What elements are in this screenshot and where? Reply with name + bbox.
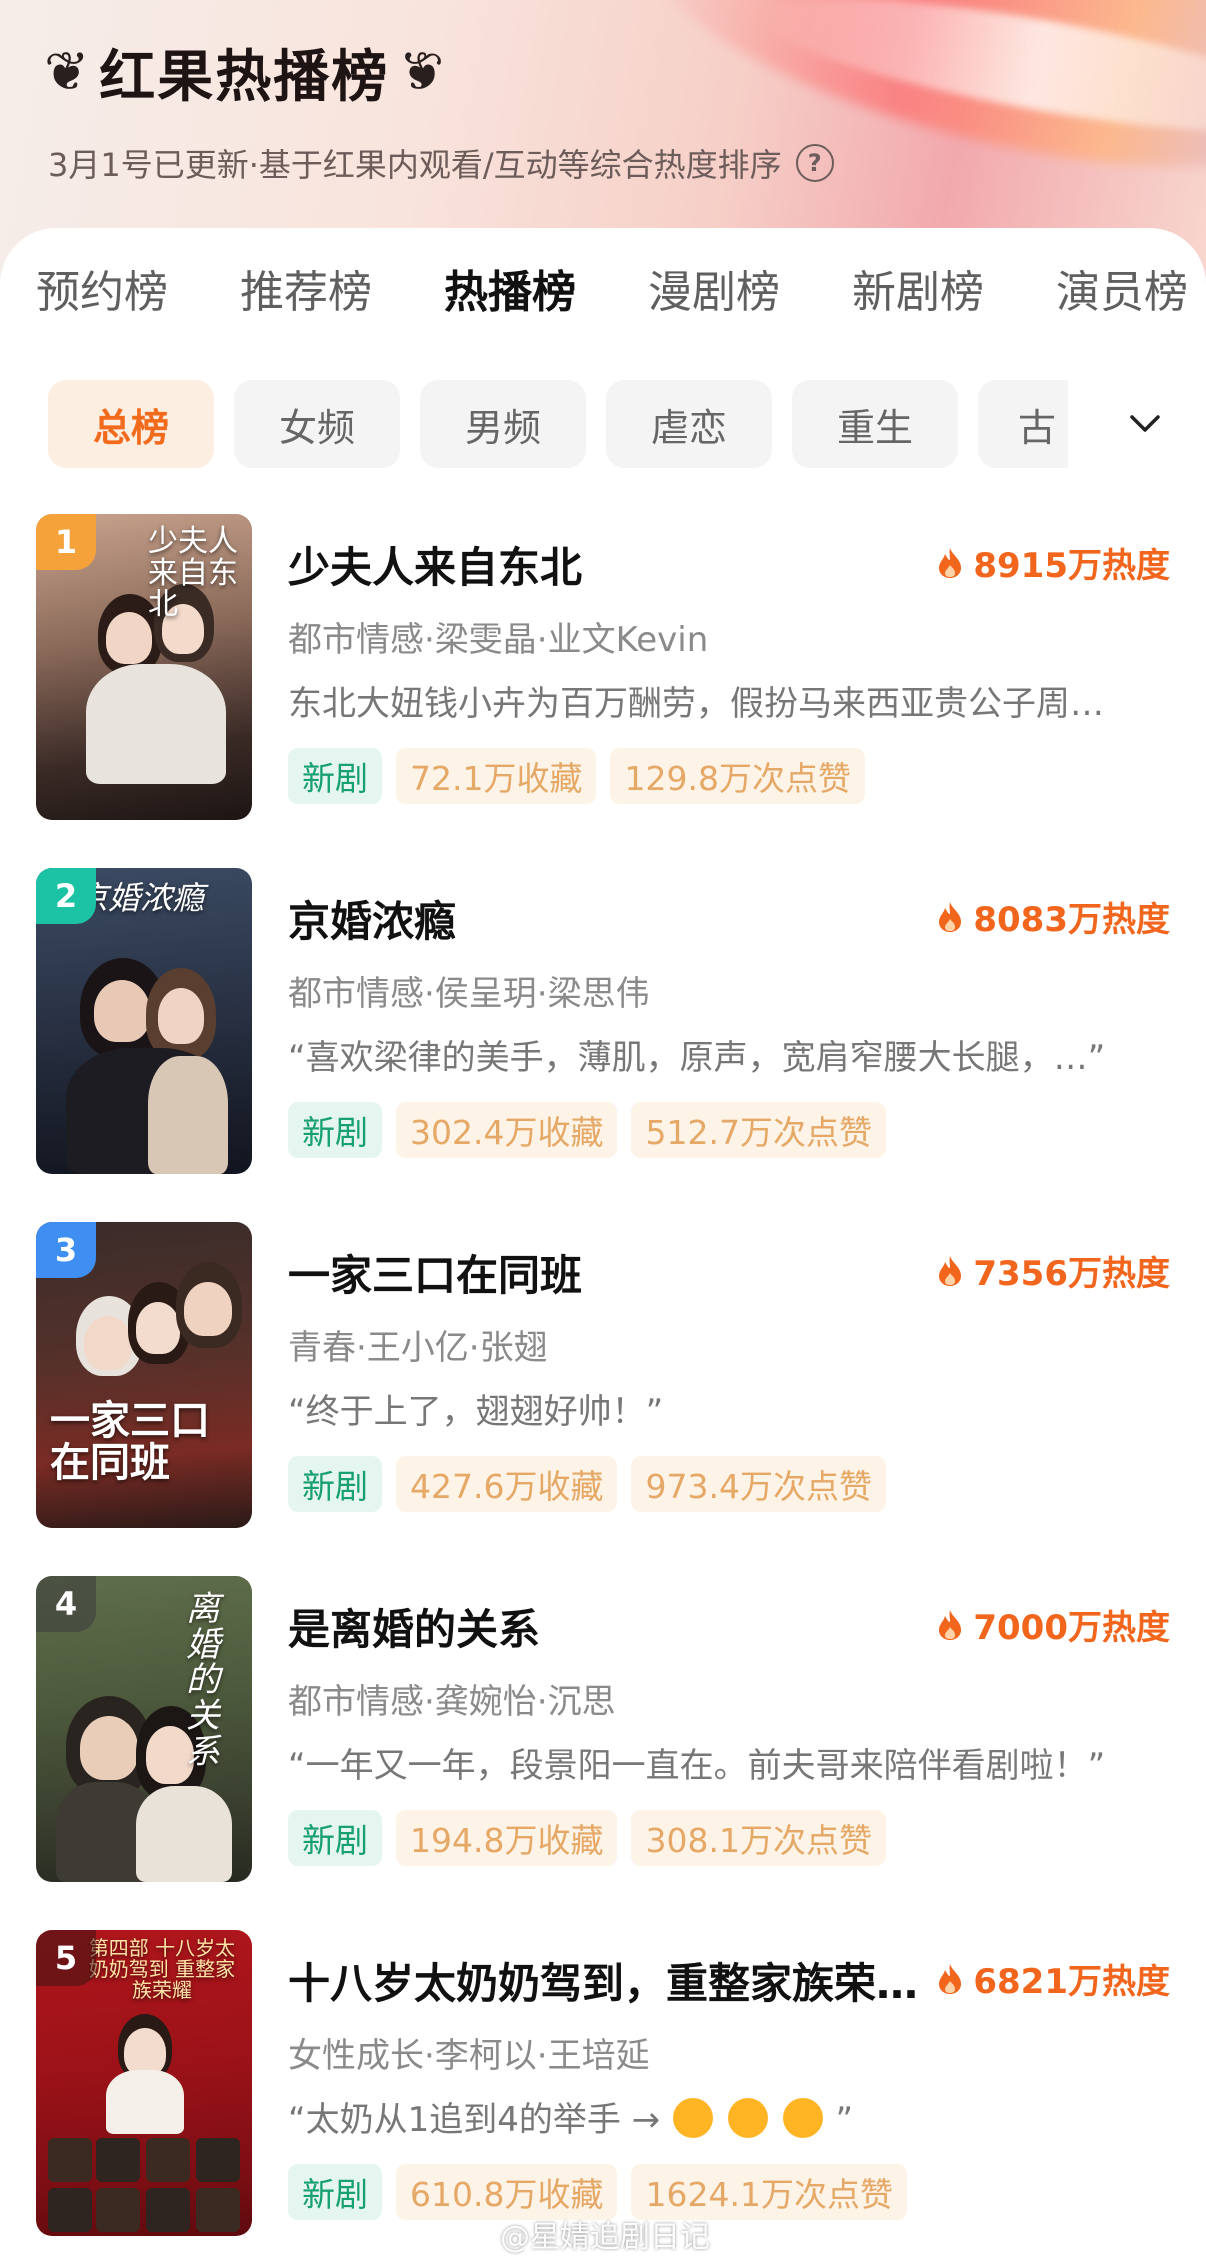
flame-icon — [939, 547, 962, 578]
list-item[interactable]: 一家三口在同班 3 一家三口在同班 7356万热度 青春·王小亿·张翅 “终于上… — [0, 1222, 1206, 1542]
tag-row: 新剧 194.8万收藏 308.1万次点赞 — [288, 1810, 900, 1866]
watermark: @星婧追剧日记 — [500, 2220, 710, 2255]
drama-title[interactable]: 十八岁太奶奶驾到，重整家族荣… — [288, 1950, 918, 2011]
drama-meta: 都市情感·龚婉怡·沉思 — [288, 1682, 616, 1722]
heat-value: 8083万热度 — [973, 900, 1170, 940]
flame-icon — [939, 901, 962, 932]
heat-value: 6821万热度 — [973, 1962, 1170, 2002]
drama-title[interactable]: 少夫人来自东北 — [288, 534, 582, 595]
drama-desc: “终于上了，翅翅好帅！” — [288, 1392, 664, 1432]
tab-new[interactable]: 新剧榜 — [852, 256, 984, 320]
new-badge: 新剧 — [288, 2164, 382, 2220]
poster-image[interactable]: 一家三口在同班 3 — [36, 1222, 252, 1528]
drama-title[interactable]: 京婚浓瘾 — [288, 888, 456, 949]
tab-bar: 预约榜 推荐榜 热播榜 漫剧榜 新剧榜 演员榜 — [0, 256, 1206, 326]
title-row: ❦ 红果热播榜 ❦ — [44, 30, 445, 114]
desc-quote-end: ” — [835, 2100, 854, 2140]
heat-score: 8083万热度 — [937, 892, 1170, 941]
tab-comic[interactable]: 漫剧榜 — [648, 256, 780, 320]
rank-badge: 4 — [36, 1576, 96, 1632]
drama-title[interactable]: 一家三口在同班 — [288, 1242, 582, 1303]
rank-badge: 5 — [36, 1930, 96, 1986]
drama-title[interactable]: 是离婚的关系 — [288, 1596, 540, 1657]
poster-title: 少夫人来自东北 — [148, 524, 238, 622]
desc-text: “太奶从1追到4的举手 → — [288, 2100, 661, 2140]
drama-meta: 女性成长·李柯以·王培延 — [288, 2036, 650, 2076]
filter-bar: 总榜 女频 男频 虐恋 重生 古 — [0, 380, 1206, 472]
laurel-left-icon: ❦ — [44, 40, 90, 103]
poster-title: 一家三口在同班 — [50, 1397, 210, 1486]
drama-meta: 都市情感·侯呈玥·梁思伟 — [288, 974, 650, 1014]
poster-title: 离婚的关系 — [186, 1589, 220, 1772]
new-badge: 新剧 — [288, 1456, 382, 1512]
flame-icon — [939, 1963, 962, 1994]
rank-badge: 1 — [36, 514, 96, 570]
filter-all[interactable]: 总榜 — [48, 380, 214, 468]
filter-female[interactable]: 女频 — [234, 380, 400, 468]
heart-eyes-emoji-icon — [673, 2097, 713, 2138]
ranking-panel: 预约榜 推荐榜 热播榜 漫剧榜 新剧榜 演员榜 总榜 女频 男频 虐恋 重生 古… — [0, 228, 1206, 2259]
tab-actor[interactable]: 演员榜 — [1056, 256, 1188, 320]
heart-eyes-emoji-icon — [782, 2097, 823, 2138]
new-badge: 新剧 — [288, 1810, 382, 1866]
flame-icon — [939, 1255, 962, 1286]
new-badge: 新剧 — [288, 1102, 382, 1158]
list-item[interactable]: 京婚浓瘾 2 京婚浓瘾 8083万热度 都市情感·侯呈玥·梁思伟 “喜欢梁律的美… — [0, 868, 1206, 1188]
drama-desc: “一年又一年，段景阳一直在。前夫哥来陪伴看剧啦！” — [288, 1746, 1106, 1786]
heat-value: 8915万热度 — [973, 546, 1170, 586]
filter-male[interactable]: 男频 — [420, 380, 586, 468]
likes-count: 512.7万次点赞 — [631, 1102, 886, 1158]
filter-ancient[interactable]: 古 — [978, 380, 1068, 468]
tag-row: 新剧 72.1万收藏 129.8万次点赞 — [288, 748, 879, 804]
list-item[interactable]: 少夫人来自东北 1 少夫人来自东北 8915万热度 都市情感·梁雯晶·业文Kev… — [0, 514, 1206, 834]
poster-image[interactable]: 京婚浓瘾 2 — [36, 868, 252, 1174]
drama-desc: “太奶从1追到4的举手 → ” — [288, 2092, 853, 2142]
heat-value: 7000万热度 — [973, 1608, 1170, 1648]
help-icon[interactable]: ? — [795, 144, 834, 182]
filter-rebirth[interactable]: 重生 — [792, 380, 958, 468]
poster-image[interactable]: 第四部 十八岁太奶奶驾到 重整家族荣耀 5 — [36, 1930, 252, 2236]
drama-desc: “喜欢梁律的美手，薄肌，原声，宽肩窄腰大长腿，…” — [288, 1038, 1106, 1078]
filter-angst[interactable]: 虐恋 — [606, 380, 772, 468]
likes-count: 973.4万次点赞 — [631, 1456, 886, 1512]
likes-count: 308.1万次点赞 — [631, 1810, 886, 1866]
drama-meta: 青春·王小亿·张翅 — [288, 1328, 548, 1368]
subtitle-row: 3月1号已更新·基于红果内观看/互动等综合热度排序 ? — [48, 140, 834, 186]
favorites-count: 302.4万收藏 — [396, 1102, 618, 1158]
tag-row: 新剧 427.6万收藏 973.4万次点赞 — [288, 1456, 900, 1512]
poster-image[interactable]: 离婚的关系 4 — [36, 1576, 252, 1882]
rank-badge: 3 — [36, 1222, 96, 1278]
drama-meta: 都市情感·梁雯晶·业文Kevin — [288, 620, 709, 660]
page-title: 红果热播榜 — [99, 44, 390, 110]
list-item[interactable]: 第四部 十八岁太奶奶驾到 重整家族荣耀 5 十八岁太奶奶驾到，重整家族荣… 68… — [0, 1930, 1206, 2250]
favorites-count: 194.8万收藏 — [396, 1810, 618, 1866]
rank-badge: 2 — [36, 868, 96, 924]
chevron-down-icon[interactable] — [1128, 406, 1162, 440]
laurel-right-icon: ❦ — [399, 40, 445, 103]
tab-recommend[interactable]: 推荐榜 — [240, 256, 372, 320]
poster-title: 第四部 十八岁太奶奶驾到 重整家族荣耀 — [88, 1936, 236, 2002]
favorites-count: 427.6万收藏 — [396, 1456, 618, 1512]
new-badge: 新剧 — [288, 748, 382, 804]
heat-score: 7356万热度 — [937, 1246, 1170, 1295]
likes-count: 129.8万次点赞 — [610, 748, 865, 804]
heat-score: 8915万热度 — [937, 538, 1170, 587]
heart-eyes-emoji-icon — [727, 2097, 768, 2138]
flame-icon — [939, 1609, 962, 1640]
tab-preorder[interactable]: 预约榜 — [36, 256, 168, 320]
list-item[interactable]: 离婚的关系 4 是离婚的关系 7000万热度 都市情感·龚婉怡·沉思 “一年又一… — [0, 1576, 1206, 1896]
tag-row: 新剧 302.4万收藏 512.7万次点赞 — [288, 1102, 900, 1158]
favorites-count: 72.1万收藏 — [396, 748, 597, 804]
heat-value: 7356万热度 — [973, 1254, 1170, 1294]
heat-score: 6821万热度 — [937, 1954, 1170, 2003]
drama-desc: 东北大妞钱小卉为百万酬劳，假扮马来西亚贵公子周… — [288, 684, 1104, 724]
heat-score: 7000万热度 — [937, 1600, 1170, 1649]
poster-image[interactable]: 少夫人来自东北 1 — [36, 514, 252, 820]
poster-title: 京婚浓瘾 — [76, 879, 205, 917]
update-info: 3月1号已更新·基于红果内观看/互动等综合热度排序 — [48, 146, 782, 184]
tab-hot[interactable]: 热播榜 — [444, 256, 576, 320]
